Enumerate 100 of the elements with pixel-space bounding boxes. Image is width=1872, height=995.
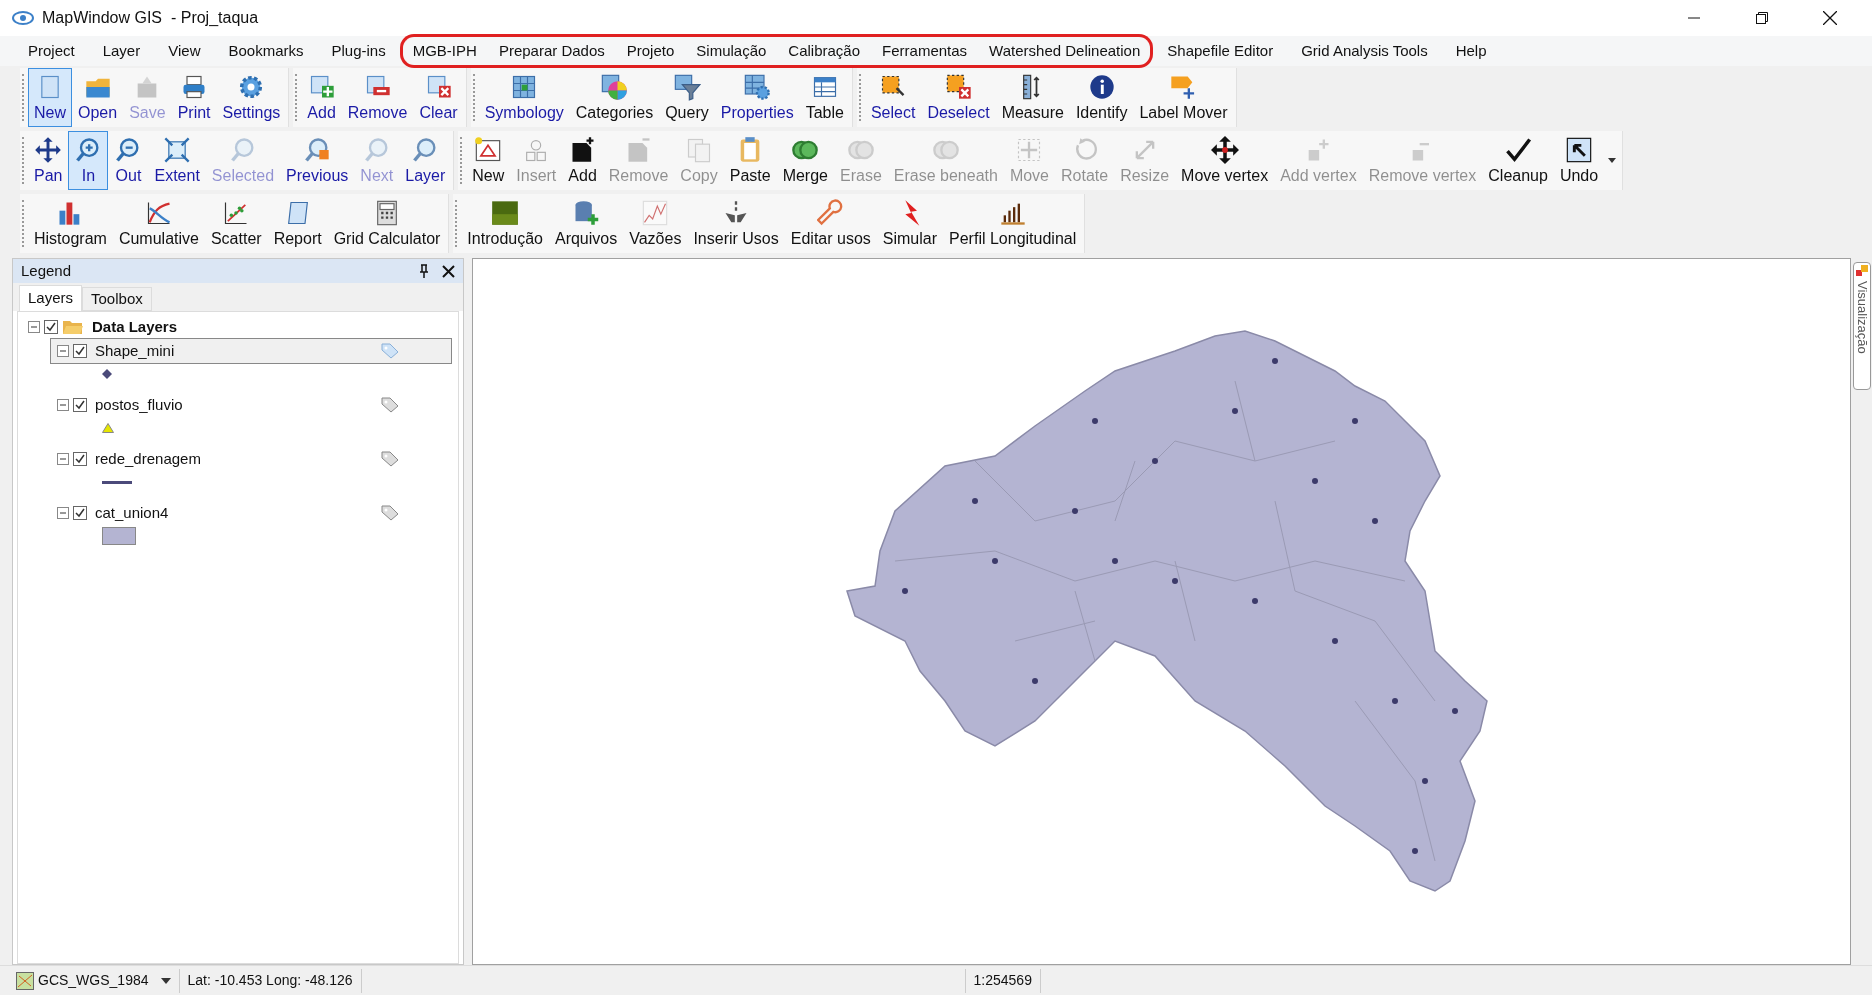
toolbar-button[interactable]: Deselect — [921, 68, 996, 127]
close-icon[interactable] — [442, 264, 455, 278]
toolbar-button[interactable]: Out — [108, 131, 149, 190]
toolbar-button[interactable]: Perfil Longitudinal — [943, 194, 1083, 253]
toolbar-button[interactable]: Vazões — [623, 194, 688, 253]
toolbar-button[interactable]: Extent — [148, 131, 206, 190]
menu-item[interactable]: Bookmarks — [214, 34, 318, 68]
toolbar-button[interactable]: Table — [799, 68, 850, 127]
toolbar-button[interactable]: Cleanup — [1482, 131, 1554, 190]
logo-icon — [491, 199, 520, 227]
menu-item[interactable]: View — [154, 34, 215, 68]
layer-row[interactable]: postos_fluvio — [50, 392, 452, 418]
magnifier-icon — [303, 136, 332, 164]
toolbar-button[interactable]: Select — [864, 68, 922, 127]
collapse-icon[interactable] — [57, 507, 69, 519]
toolbar-button[interactable]: Pan — [28, 131, 69, 190]
layers-icon — [1856, 265, 1868, 277]
toolbar-button[interactable]: Open — [72, 68, 124, 127]
toolbar-button[interactable]: Layer — [399, 131, 452, 190]
toolbar-button[interactable]: Paste — [723, 131, 777, 190]
collapse-icon[interactable] — [28, 321, 40, 333]
projection-dropdown[interactable]: GCS_WGS_1984 — [16, 968, 180, 993]
panel-tab[interactable]: Toolbox — [82, 287, 152, 311]
menu-item[interactable]: Plug-ins — [317, 34, 400, 68]
tag-icon[interactable] — [381, 451, 399, 467]
toolbar-button[interactable]: Arquivos — [548, 194, 624, 253]
toolbar-button[interactable]: Scatter — [204, 194, 268, 253]
color-wheel-icon — [600, 73, 629, 101]
collapse-icon[interactable] — [57, 399, 69, 411]
toolbar-button[interactable]: Symbology — [478, 68, 570, 127]
dashed-square-icon — [944, 73, 973, 101]
toolbar-button[interactable]: Add — [301, 68, 342, 127]
scale-readout: 1:254569 — [964, 968, 1041, 993]
panel-tab[interactable]: Layers — [19, 285, 83, 311]
toolbar-button[interactable]: Properties — [714, 68, 800, 127]
layer-row[interactable]: rede_drenagem — [50, 446, 452, 472]
toolbar-button[interactable]: Add — [562, 131, 603, 190]
window-title: MapWindow GIS - Proj_taqua — [42, 8, 259, 28]
collapse-icon[interactable] — [57, 453, 69, 465]
toolbar-button[interactable]: Categories — [569, 68, 660, 127]
toolbar-button[interactable]: Inserir Usos — [687, 194, 785, 253]
hydrograph-icon — [641, 199, 670, 227]
menu-item[interactable]: Help — [1441, 34, 1501, 68]
layer-group-label: Data Layers — [92, 316, 178, 337]
menu-item[interactable]: Project — [14, 34, 89, 68]
menu-item[interactable]: Shapefile Editor — [1153, 34, 1288, 68]
layer-row[interactable]: cat_union4 — [50, 500, 452, 526]
layer-label: cat_union4 — [95, 502, 170, 523]
pin-icon[interactable] — [418, 264, 430, 278]
move-arrows-icon — [1210, 136, 1239, 164]
toolbar-button[interactable]: Editar usos — [784, 194, 877, 253]
info-icon — [1087, 73, 1116, 101]
toolbar-button[interactable]: Print — [171, 68, 217, 127]
tag-icon[interactable] — [381, 397, 399, 413]
side-tab[interactable]: Visualização — [1853, 262, 1871, 390]
map-icon — [16, 971, 34, 990]
toolbar-button[interactable]: Measure — [995, 68, 1070, 127]
tag-icon[interactable] — [381, 505, 399, 521]
move-arrows-icon — [34, 136, 63, 164]
triangle-icon — [474, 136, 503, 164]
toolbar-button[interactable]: Identify — [1069, 68, 1134, 127]
menu-item[interactable]: Layer — [88, 34, 155, 68]
menu-item[interactable]: Grid Analysis Tools — [1287, 34, 1442, 68]
toolbar-button[interactable]: Introdução — [461, 194, 549, 253]
dropdown-arrow-icon — [160, 977, 171, 984]
checkbox[interactable] — [73, 398, 87, 412]
checkmark-icon — [1504, 136, 1533, 164]
toolbar-button[interactable]: Move vertex — [1175, 131, 1275, 190]
globe-icon — [12, 11, 34, 25]
checkbox[interactable] — [73, 344, 87, 358]
toolbar-button[interactable]: Remove — [341, 68, 414, 127]
toolbar-button[interactable]: Simular — [876, 194, 944, 253]
expand-icon — [163, 136, 192, 164]
toolbar-button[interactable]: Grid Calculator — [327, 194, 447, 253]
toolbar-button[interactable]: Previous — [280, 131, 355, 190]
toolbar-button[interactable]: Settings — [216, 68, 287, 127]
layer-label: Shape_mini — [95, 340, 176, 361]
layer-label: postos_fluvio — [95, 394, 184, 415]
collapse-icon[interactable] — [57, 345, 69, 357]
checkbox[interactable] — [73, 452, 87, 466]
layer-label: rede_drenagem — [95, 448, 202, 469]
layer-row[interactable]: Shape_mini — [50, 338, 452, 364]
toolbar-button[interactable]: Undo — [1553, 131, 1605, 190]
dropdown-arrow-icon[interactable] — [1608, 158, 1617, 163]
toolbar-button[interactable]: Histogram — [28, 194, 113, 253]
toolbar-button[interactable]: New — [466, 131, 511, 190]
toolbar-button[interactable]: Clear — [413, 68, 464, 127]
toolbar-button[interactable]: Report — [267, 194, 328, 253]
tag-icon[interactable] — [381, 343, 399, 359]
checkbox[interactable] — [44, 320, 58, 334]
checkbox[interactable] — [73, 506, 87, 520]
toolbar-button[interactable]: Label Mover — [1133, 68, 1234, 127]
toolbar-button[interactable]: Query — [659, 68, 715, 127]
funnel-icon — [672, 73, 701, 101]
toolbar-button[interactable]: In — [68, 131, 109, 190]
map-canvas[interactable] — [472, 258, 1851, 965]
toolbar-button[interactable]: Merge — [776, 131, 834, 190]
toolbar-button[interactable]: Cumulative — [112, 194, 205, 253]
close-icon — [1823, 11, 1837, 25]
toolbar-button[interactable]: New — [28, 68, 72, 127]
